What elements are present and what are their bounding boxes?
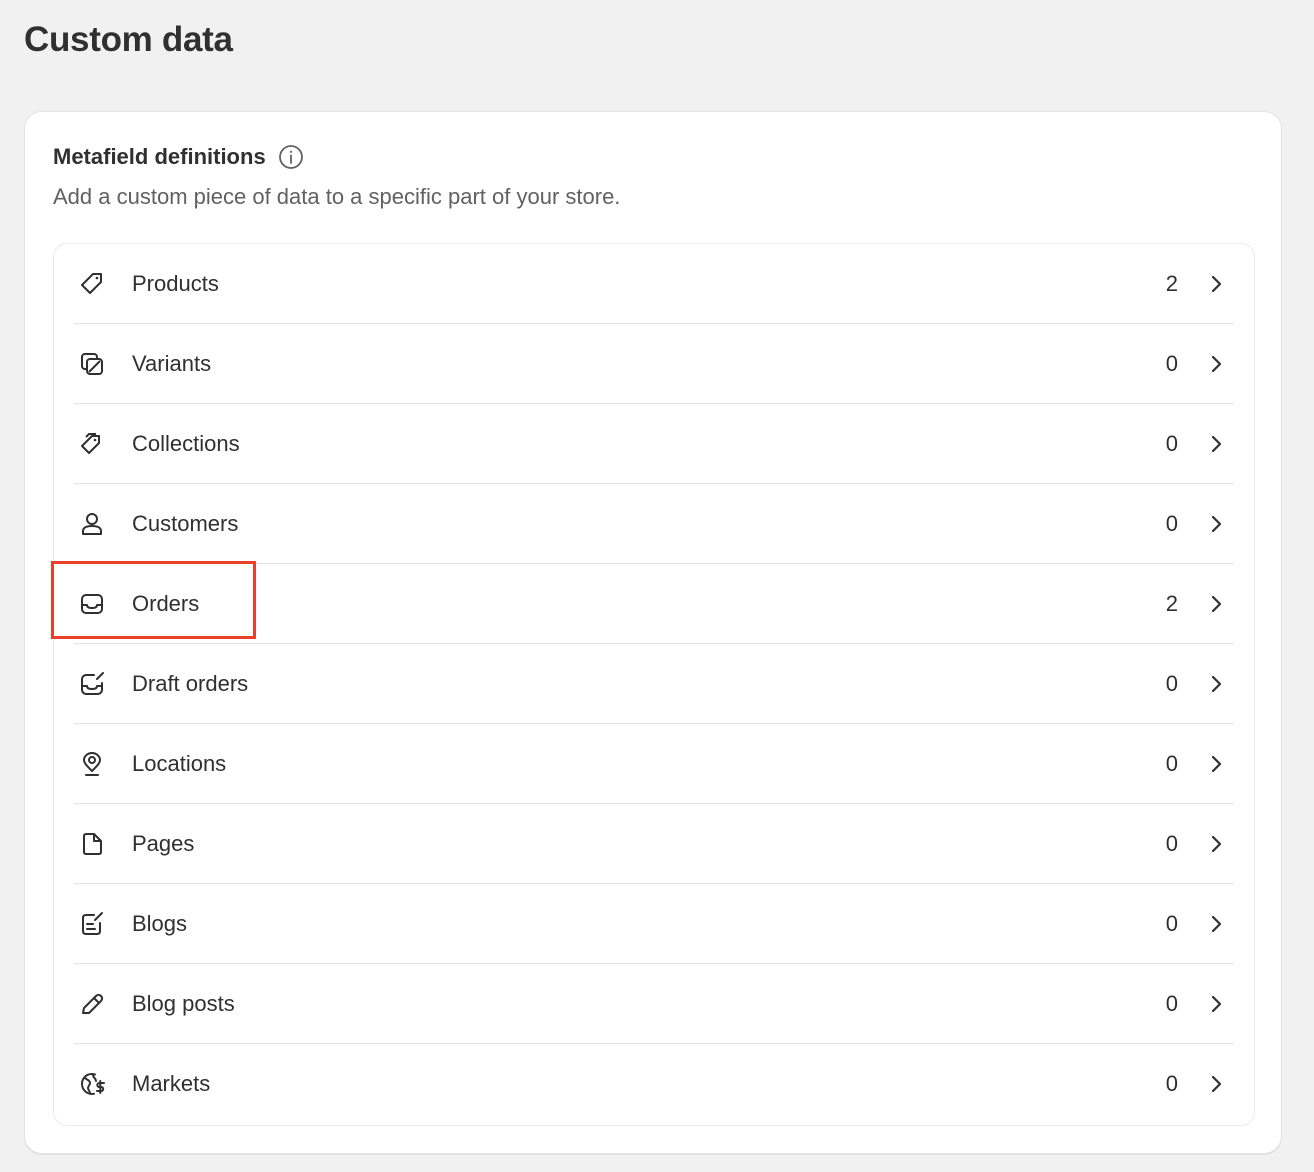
list-item-label: Markets	[132, 1071, 211, 1096]
metafield-definitions-card: Metafield definitions Add a custom piece…	[24, 111, 1282, 1154]
chevron-right-icon	[1204, 832, 1228, 856]
chevron-right-icon	[1204, 592, 1228, 616]
list-item-draft-orders[interactable]: Draft orders 0	[74, 644, 1234, 724]
list-item-label: Variants	[132, 351, 212, 376]
list-item-orders[interactable]: Orders 2	[74, 564, 1234, 644]
list-item-blogs[interactable]: Blogs 0	[74, 884, 1234, 964]
blog-icon	[72, 904, 112, 944]
chevron-right-icon	[1204, 1072, 1228, 1096]
chevron-right-icon	[1204, 432, 1228, 456]
definition-count: 0	[1165, 751, 1178, 776]
chevron-right-icon	[1204, 912, 1228, 936]
chevron-right-icon	[1204, 272, 1228, 296]
list-item-label: Blogs	[132, 911, 188, 936]
list-item-label: Collections	[132, 431, 240, 456]
page-title: Custom data	[24, 20, 233, 59]
location-pin-icon	[72, 744, 112, 784]
definition-count: 0	[1165, 991, 1178, 1016]
tag-icon	[72, 264, 112, 304]
collection-icon	[72, 424, 112, 464]
chevron-right-icon	[1204, 352, 1228, 376]
definition-count: 0	[1165, 831, 1178, 856]
list-item-pages[interactable]: Pages 0	[74, 804, 1234, 884]
definition-count: 0	[1165, 671, 1178, 696]
list-item-label: Draft orders	[132, 671, 249, 696]
chevron-right-icon	[1204, 752, 1228, 776]
variant-icon	[72, 344, 112, 384]
list-item-locations[interactable]: Locations 0	[74, 724, 1234, 804]
definition-count: 0	[1165, 911, 1178, 936]
list-item-label: Customers	[132, 511, 239, 536]
card-title: Metafield definitions	[53, 144, 266, 169]
draft-order-icon	[72, 664, 112, 704]
list-item-label: Orders	[132, 591, 200, 616]
definition-count: 0	[1165, 1071, 1178, 1096]
card-header: Metafield definitions	[53, 144, 304, 170]
definition-count: 2	[1165, 271, 1178, 296]
definition-count: 0	[1165, 431, 1178, 456]
chevron-right-icon	[1204, 512, 1228, 536]
list-item-collections[interactable]: Collections 0	[74, 404, 1234, 484]
definition-count: 0	[1165, 511, 1178, 536]
list-item-products[interactable]: Products 2	[74, 244, 1234, 324]
person-icon	[72, 504, 112, 544]
chevron-right-icon	[1204, 672, 1228, 696]
definition-count: 2	[1165, 591, 1178, 616]
list-item-customers[interactable]: Customers 0	[74, 484, 1234, 564]
list-item-variants[interactable]: Variants 0	[74, 324, 1234, 404]
definition-count: 0	[1165, 351, 1178, 376]
list-item-label: Blog posts	[132, 991, 235, 1016]
list-item-label: Locations	[132, 751, 227, 776]
list-item-label: Products	[132, 271, 219, 296]
list-item-label: Pages	[132, 831, 195, 856]
list-item-blog-posts[interactable]: Blog posts 0	[74, 964, 1234, 1044]
inbox-icon	[72, 584, 112, 624]
pencil-icon	[72, 984, 112, 1024]
resource-list: Products 2 Variants 0 Collections 0 Cust…	[53, 243, 1255, 1126]
list-item-markets[interactable]: Markets 0	[74, 1044, 1234, 1124]
globe-market-icon	[72, 1064, 112, 1104]
page-icon	[72, 824, 112, 864]
card-description: Add a custom piece of data to a specific…	[53, 184, 621, 209]
chevron-right-icon	[1204, 992, 1228, 1016]
info-icon[interactable]	[278, 144, 304, 170]
